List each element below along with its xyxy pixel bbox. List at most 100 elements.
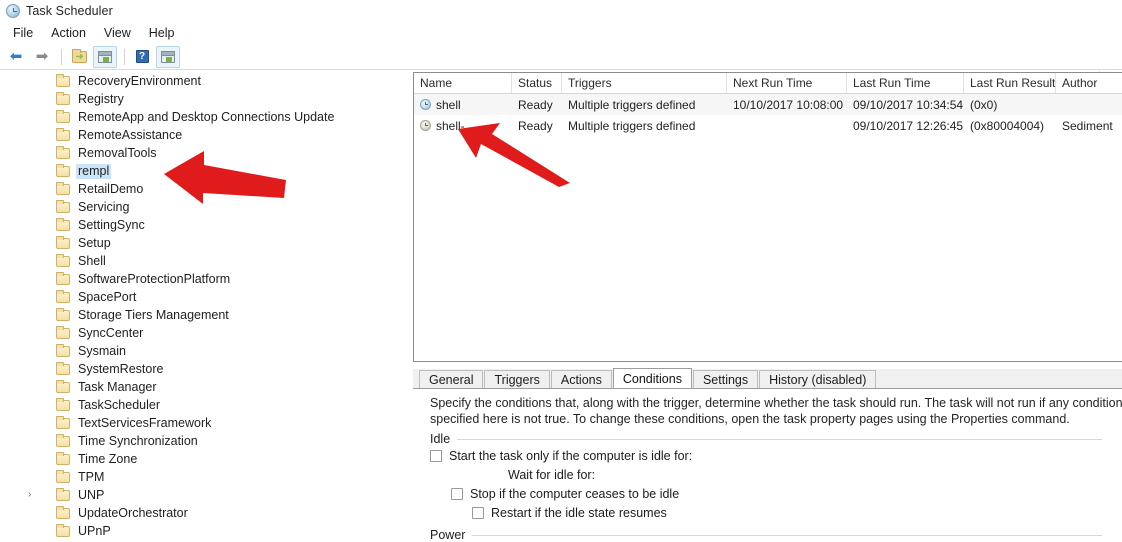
arrow-left-icon: ⬅	[9, 48, 23, 65]
power-group-rule	[472, 534, 1102, 536]
tree-item-retaildemo[interactable]: RetailDemo	[0, 180, 388, 198]
folder-icon	[56, 235, 70, 249]
vertical-splitter[interactable]	[405, 70, 413, 542]
folder-icon	[56, 217, 70, 231]
new-window-button[interactable]	[93, 45, 117, 68]
task-name-label: shell	[436, 97, 461, 112]
tree-item-registry[interactable]: Registry	[0, 90, 388, 108]
folder-icon	[71, 48, 87, 63]
tree-item-rempl[interactable]: rempl	[0, 162, 388, 180]
folder-icon	[56, 487, 70, 501]
start-if-idle-row[interactable]: Start the task only if the computer is i…	[430, 446, 1122, 465]
forward-button[interactable]: ➡	[30, 46, 54, 68]
task-scheduler-window: Task Scheduler File Action View Help ⬅ ➡ ? …	[0, 0, 1122, 542]
folder-icon	[56, 109, 70, 123]
tab-conditions[interactable]: Conditions	[612, 368, 692, 388]
help-button[interactable]: ?	[130, 46, 154, 68]
folder-icon	[56, 451, 70, 465]
back-button[interactable]: ⬅	[4, 46, 28, 68]
column-header-next-run-time[interactable]: Next Run Time	[727, 73, 847, 93]
tree-item-softwareprotectionplatform[interactable]: SoftwareProtectionPlatform	[0, 270, 388, 288]
tree-item-spaceport[interactable]: SpacePort	[0, 288, 388, 306]
folder-icon	[56, 145, 70, 159]
table-row[interactable]: shell Ready Multiple triggers defined 10/10…	[414, 94, 1122, 115]
tree-item-updateorchestrator[interactable]: UpdateOrchestrator	[0, 504, 388, 522]
task-name-label: shell-	[436, 118, 465, 133]
column-header-triggers[interactable]: Triggers	[562, 73, 727, 93]
tab-triggers[interactable]: Triggers	[484, 370, 550, 388]
window-icon	[98, 50, 112, 63]
folder-icon	[56, 289, 70, 303]
column-header-status[interactable]: Status	[512, 73, 562, 93]
show-action-pane-button[interactable]	[156, 45, 180, 68]
tree-item-label: RemoteAssistance	[78, 127, 183, 142]
folder-icon	[56, 199, 70, 213]
table-row[interactable]: shell- Ready Multiple triggers defined 09/1…	[414, 115, 1122, 136]
tree-item-storage-tiers-management[interactable]: Storage Tiers Management	[0, 306, 388, 324]
folder-icon	[56, 469, 70, 483]
tree-item-tpm[interactable]: TPM	[0, 468, 388, 486]
tree-item-shell[interactable]: Shell	[0, 252, 388, 270]
tree-item-time-synchronization[interactable]: Time Synchronization	[0, 432, 388, 450]
menu-item-action[interactable]: Action	[42, 24, 95, 42]
tree-item-label: Task Manager	[78, 379, 157, 394]
tree-item-label: SettingSync	[78, 217, 145, 232]
tree-item-label: Setup	[78, 235, 111, 250]
tree-item-recoveryenvironment[interactable]: RecoveryEnvironment	[0, 72, 388, 90]
tree-item-label: SoftwareProtectionPlatform	[78, 271, 231, 286]
clock-icon	[6, 4, 20, 18]
start-if-idle-checkbox[interactable]	[430, 449, 442, 462]
idle-group: Idle Start the task only if the computer…	[413, 432, 1122, 522]
tree-item-upnp[interactable]: UPnP	[0, 522, 388, 540]
menu-item-view[interactable]: View	[95, 24, 140, 42]
tree-item-taskscheduler[interactable]: TaskScheduler	[0, 396, 388, 414]
tree-item-sysmain[interactable]: Sysmain	[0, 342, 388, 360]
tree-item-remoteapp-and-desktop-connections-update[interactable]: RemoteApp and Desktop Connections Update	[0, 108, 388, 126]
tree-item-remoteassistance[interactable]: RemoteAssistance	[0, 126, 388, 144]
tab-actions[interactable]: Actions	[550, 370, 612, 388]
tree-item-unp[interactable]: › UNP	[0, 486, 388, 504]
cell-status: Ready	[518, 118, 553, 133]
menu-item-file[interactable]: File	[4, 24, 42, 42]
tree-item-label: Time Zone	[78, 451, 138, 466]
tree-item-time-zone[interactable]: Time Zone	[0, 450, 388, 468]
tab-history-disabled-[interactable]: History (disabled)	[759, 370, 877, 388]
tree-item-label: RecoveryEnvironment	[78, 73, 201, 88]
restart-if-idle-resumes-label: Restart if the idle state resumes	[491, 505, 667, 520]
tab-settings[interactable]: Settings	[692, 370, 759, 388]
tree-item-servicing[interactable]: Servicing	[0, 198, 388, 216]
chevron-right-icon[interactable]: ›	[28, 490, 38, 500]
cell-last-run-result: (0x0)	[970, 97, 998, 112]
cell-name: shell-	[414, 119, 512, 133]
menu-bar: File Action View Help	[0, 22, 1122, 44]
column-header-last-run-result[interactable]: Last Run Result	[964, 73, 1056, 93]
tree-item-settingsync[interactable]: SettingSync	[0, 216, 388, 234]
cell-status: Ready	[518, 97, 553, 112]
tree-item-setup[interactable]: Setup	[0, 234, 388, 252]
column-header-name[interactable]: Name	[414, 73, 512, 93]
restart-if-idle-resumes-row[interactable]: Restart if the idle state resumes	[430, 503, 1122, 522]
tree-item-textservicesframework[interactable]: TextServicesFramework	[0, 414, 388, 432]
tree-item-synccenter[interactable]: SyncCenter	[0, 324, 388, 342]
tab-general[interactable]: General	[419, 370, 484, 388]
column-header-author[interactable]: Author	[1056, 73, 1122, 93]
tree-item-label: Sysmain	[78, 343, 126, 358]
folder-icon	[56, 325, 70, 339]
folder-icon	[56, 379, 70, 393]
console-tree[interactable]: RecoveryEnvironment Registry RemoteApp and…	[0, 72, 388, 540]
detail-tabs[interactable]: General Triggers Actions Conditions Settings…	[413, 368, 1122, 389]
restart-if-idle-resumes-checkbox[interactable]	[472, 506, 484, 519]
show-hide-console-tree-button[interactable]	[67, 46, 91, 68]
tree-item-systemrestore[interactable]: SystemRestore	[0, 360, 388, 378]
task-list-header[interactable]: Name Status Triggers Next Run Time Last Run …	[414, 73, 1122, 94]
folder-icon	[56, 271, 70, 285]
tree-item-removaltools[interactable]: RemovalTools	[0, 144, 388, 162]
tree-item-task-manager[interactable]: Task Manager	[0, 378, 388, 396]
task-list-body[interactable]: shell Ready Multiple triggers defined 10/10…	[414, 94, 1122, 136]
start-if-idle-label: Start the task only if the computer is i…	[449, 448, 693, 463]
tree-item-label: TextServicesFramework	[78, 415, 212, 430]
column-header-last-run-time[interactable]: Last Run Time	[847, 73, 964, 93]
menu-item-help[interactable]: Help	[140, 24, 184, 42]
stop-if-not-idle-row[interactable]: Stop if the computer ceases to be idle	[430, 484, 1122, 503]
stop-if-not-idle-checkbox[interactable]	[451, 487, 463, 500]
